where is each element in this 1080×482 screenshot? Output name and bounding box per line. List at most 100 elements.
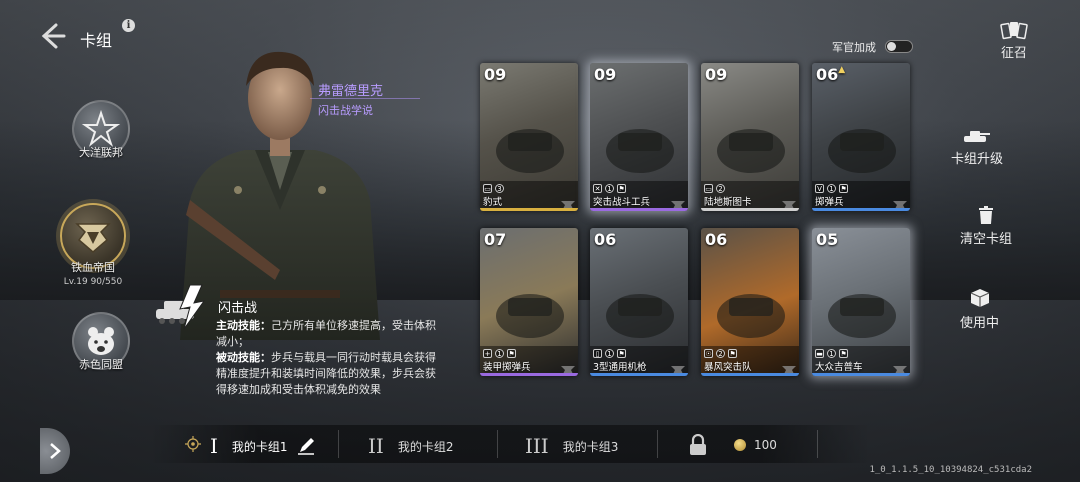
unit-card[interactable]: 06▲ V 1 ⚑ 掷弹兵	[812, 63, 910, 211]
card-name: 豹式	[483, 197, 503, 208]
card-cost: 09	[705, 65, 728, 84]
deck-numeral: III	[525, 434, 549, 458]
unit-card[interactable]: 09 ▭ 3 豹式	[480, 63, 578, 211]
unit-card[interactable]: 06 ▯ 1 ⚑ 3型通用机枪	[590, 228, 688, 376]
+-type-icon: +	[483, 349, 492, 358]
card-count: 2	[716, 349, 725, 358]
card-stats: ▯ 1 ⚑	[593, 349, 626, 358]
faction-mark-icon	[561, 196, 575, 211]
locked-deck-slot[interactable]: 100	[688, 434, 777, 456]
active-skill: 主动技能：己方所有单位移速提高，受击体积减小；	[216, 318, 440, 350]
card-stats: ☉ 2 ⚑	[704, 349, 737, 358]
faction-mark-icon	[671, 196, 685, 211]
chevron-right-icon	[50, 443, 61, 459]
unit-card[interactable]: 07 +1 ⚑ 装甲掷弹兵	[480, 228, 578, 376]
deck-name: 我的卡组3	[562, 439, 619, 454]
deck-divider	[657, 430, 658, 458]
unlock-cost: 100	[754, 438, 777, 452]
unit-card[interactable]: 05 ▬ 1 ⚑ 大众吉普车	[812, 228, 910, 376]
unit-card[interactable]: 09 ✕ 1 ⚑ 突击战斗工兵	[590, 63, 688, 211]
card-name: 装甲掷弹兵	[483, 362, 531, 373]
faction-iron-empire[interactable]: 铁血帝国 Lv.19 90/550	[60, 203, 126, 287]
back-button[interactable]	[36, 20, 68, 52]
rifle-type-icon: ✕	[593, 184, 602, 193]
faction-name: 赤色同盟	[79, 358, 123, 371]
commander-name: 弗雷德里克	[318, 84, 384, 99]
card-stats: ▬ 1 ⚑	[815, 349, 848, 358]
faction-level: Lv.19 90/550	[63, 277, 123, 287]
crosshair-icon	[185, 436, 201, 452]
flag-icon: ⚑	[617, 184, 626, 193]
clear-deck-button[interactable]: 清空卡组	[960, 206, 1012, 247]
card-count: 1	[827, 184, 836, 193]
mg-type-icon: ▯	[593, 349, 602, 358]
recruit-label: 征召	[1000, 46, 1027, 61]
card-stats: V 1 ⚑	[815, 184, 848, 193]
blitz-tank-icon	[156, 284, 206, 330]
officer-bonus-toggle[interactable]	[885, 40, 913, 53]
upgrade-arrow-icon: ▲	[838, 65, 846, 75]
card-cost: 05	[816, 230, 839, 249]
V-type-icon: V	[815, 184, 824, 193]
flag-icon: ⚑	[617, 349, 626, 358]
card-stats: ▭ 3	[483, 184, 504, 193]
page-title: 卡组	[80, 31, 113, 50]
flag-icon: ⚑	[839, 184, 848, 193]
card-cost: 06	[705, 230, 728, 249]
passive-skill: 被动技能：步兵与载具一同行动时载具会获得精准度提升和装填时间降低的效果，步兵会获…	[216, 350, 440, 398]
skull-type-icon: ☉	[704, 349, 713, 358]
card-name: 掷弹兵	[815, 197, 844, 208]
deck-upgrade-label: 卡组升级	[951, 152, 1004, 167]
recruit-cards-icon	[1000, 22, 1028, 40]
deck-tab-1[interactable]: I 我的卡组1	[210, 434, 316, 458]
card-count: 1	[605, 184, 614, 193]
deck-divider	[338, 430, 339, 458]
flag-icon: ⚑	[507, 349, 516, 358]
card-name: 暴风突击队	[704, 362, 752, 373]
flag-icon: ⚑	[728, 349, 737, 358]
expand-panel-button[interactable]	[40, 428, 70, 474]
tactic-name: 闪击战	[218, 301, 258, 316]
tank-type-icon: ▭	[483, 184, 492, 193]
rarity-stripe	[480, 208, 578, 211]
card-count: 1	[495, 349, 504, 358]
card-name: 陆地斯图卡	[704, 197, 752, 208]
faction-mark-icon	[561, 361, 575, 376]
unit-card[interactable]: 06 ☉ 2 ⚑ 暴风突击队	[701, 228, 799, 376]
tank-type-icon: ▭	[704, 184, 713, 193]
rarity-stripe	[812, 208, 910, 211]
rarity-stripe	[480, 373, 578, 376]
deck-tab-3[interactable]: III 我的卡组3	[525, 434, 618, 458]
deck-divider	[497, 430, 498, 458]
in-use-label: 使用中	[960, 316, 1000, 331]
faction-oceanic-federation[interactable]: 大洋联邦	[72, 100, 130, 160]
deck-numeral: I	[210, 434, 218, 458]
lock-icon	[690, 434, 706, 455]
deck-tab-2[interactable]: II 我的卡组2	[368, 434, 453, 458]
car-type-icon: ▬	[815, 349, 824, 358]
faction-mark-icon	[671, 361, 685, 376]
info-icon[interactable]: i	[122, 19, 135, 32]
rarity-stripe	[701, 373, 799, 376]
faction-mark-icon	[893, 196, 907, 211]
trash-icon	[979, 206, 993, 224]
recruit-button[interactable]: 征召	[1000, 20, 1028, 61]
deck-divider	[817, 430, 818, 458]
card-count: 1	[827, 349, 836, 358]
rarity-stripe	[701, 208, 799, 211]
faction-red-alliance[interactable]: 赤色同盟	[72, 312, 130, 372]
card-name: 3型通用机枪	[593, 362, 647, 373]
passive-skill-label: 被动技能：	[216, 351, 271, 364]
rarity-stripe	[590, 208, 688, 211]
unit-card[interactable]: 09 ▭ 2 陆地斯图卡	[701, 63, 799, 211]
card-stats: +1 ⚑	[483, 349, 516, 358]
rarity-stripe	[812, 373, 910, 376]
commander-doctrine: 闪击战学说	[318, 104, 373, 117]
in-use-button[interactable]: 使用中	[960, 288, 999, 331]
deck-upgrade-button[interactable]: 卡组升级	[951, 128, 1003, 167]
edit-pen-icon[interactable]	[296, 436, 316, 456]
faction-mark-icon	[782, 361, 796, 376]
faction-name: 铁血帝国	[71, 261, 115, 274]
deck-name: 我的卡组2	[397, 439, 454, 454]
faction-mark-icon	[893, 361, 907, 376]
